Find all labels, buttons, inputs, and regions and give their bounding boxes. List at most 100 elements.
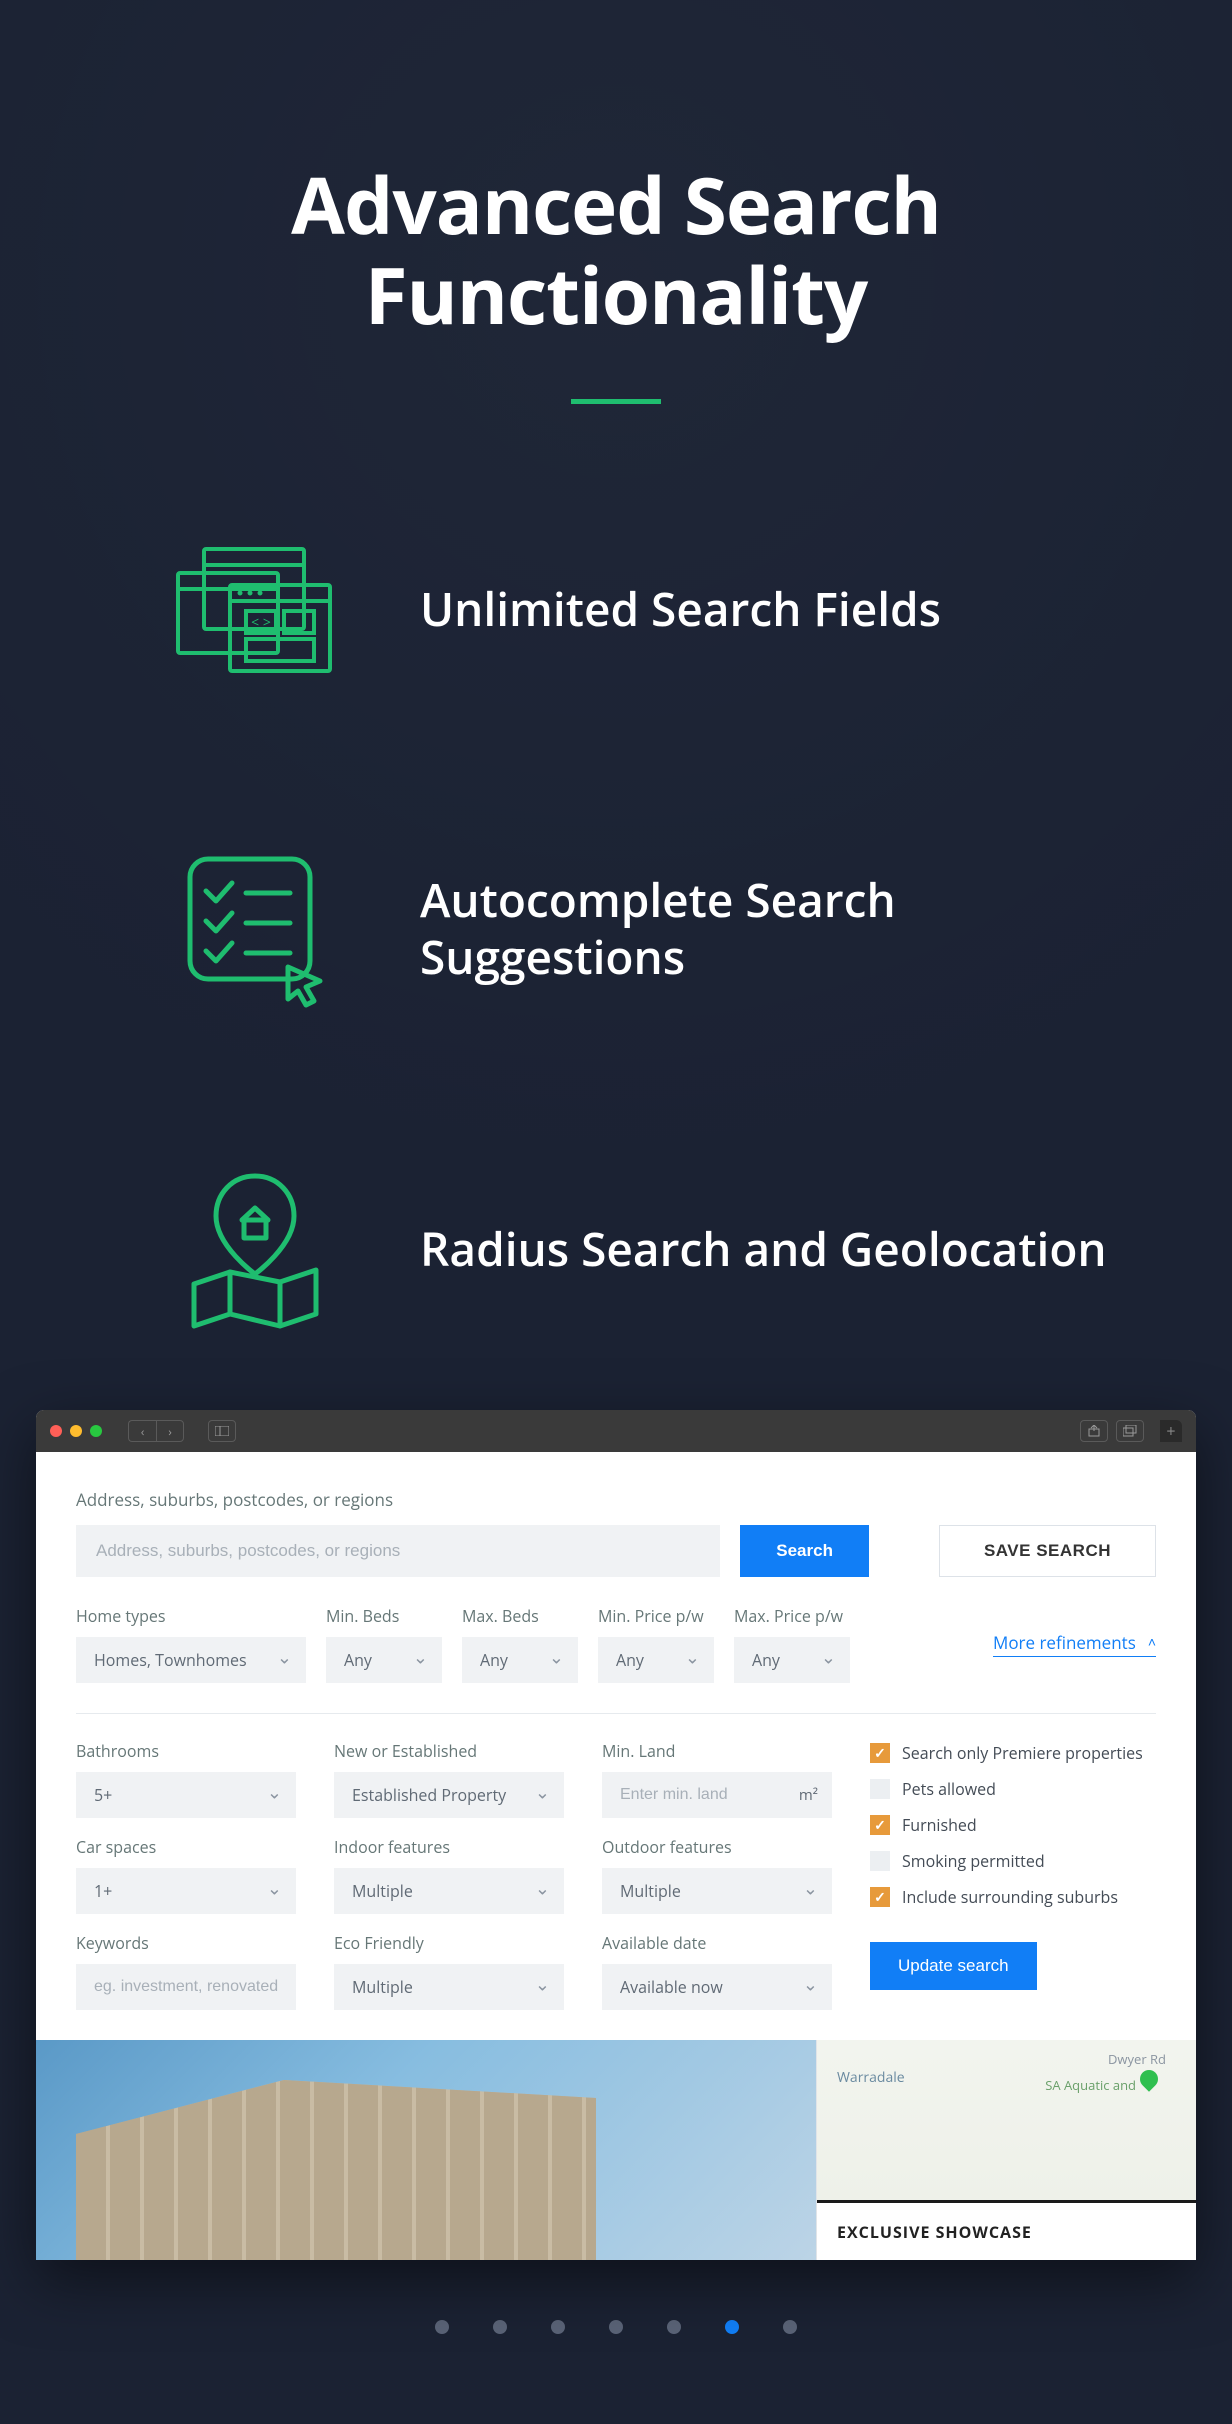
below-panel: Warradale Dwyer Rd SA Aquatic and EXCLUS… (36, 2040, 1196, 2260)
checkbox-1[interactable]: Pets allowed (870, 1778, 1156, 1800)
checkbox-box-icon (870, 1779, 890, 1799)
title-line-2: Functionality (365, 241, 868, 347)
search-panel: Address, suburbs, postcodes, or regions … (36, 1452, 1196, 2040)
chevron-up-icon: ˄ (1148, 1633, 1156, 1652)
update-search-button[interactable]: Update search (870, 1942, 1037, 1990)
address-input[interactable] (76, 1525, 720, 1577)
checkbox-label: Include surrounding suburbs (902, 1886, 1118, 1908)
features-list: < > Unlimited Search Fields (0, 524, 1232, 1334)
map-preview[interactable]: Warradale Dwyer Rd SA Aquatic and (817, 2040, 1196, 2200)
checkbox-group: Search only Premiere properties Pets allo… (870, 1740, 1156, 1908)
pager-dot-0[interactable] (435, 2320, 449, 2334)
feature-label: Radius Search and Geolocation (420, 1221, 1107, 1279)
refinements-grid: Bathrooms 5+ Car spaces 1+ Keywords New … (76, 1740, 1156, 2010)
browser-windows-icon: < > (170, 524, 340, 694)
car-spaces-value: 1+ (94, 1880, 112, 1902)
bathrooms-value: 5+ (94, 1784, 112, 1806)
available-date-label: Available date (602, 1932, 832, 1954)
new-tab-button[interactable]: + (1160, 1420, 1182, 1442)
window-close-icon[interactable] (50, 1425, 62, 1437)
address-label: Address, suburbs, postcodes, or regions (76, 1488, 1156, 1511)
sidebar-toggle-icon[interactable] (208, 1420, 236, 1442)
new-established-value: Established Property (352, 1784, 506, 1806)
available-date-value: Available now (620, 1976, 723, 1998)
max-price-value: Any (752, 1649, 780, 1671)
feature-label: Unlimited Search Fields (420, 581, 941, 639)
share-icon[interactable] (1080, 1420, 1108, 1442)
checklist-cursor-icon (170, 844, 340, 1014)
map-label-poi: SA Aquatic and (1045, 2076, 1136, 2094)
min-land-input[interactable] (602, 1772, 832, 1818)
map-label-warradale: Warradale (837, 2068, 905, 2087)
pager-dot-3[interactable] (609, 2320, 623, 2334)
search-top-row: Search SAVE SEARCH (76, 1525, 1156, 1577)
nav-back-button[interactable]: ‹ (128, 1420, 156, 1442)
min-land-unit: m² (799, 1785, 818, 1805)
feature-radius-geolocation: Radius Search and Geolocation (170, 1164, 1232, 1334)
outdoor-features-value: Multiple (620, 1880, 681, 1902)
car-spaces-label: Car spaces (76, 1836, 296, 1858)
map-pin-icon (1136, 2066, 1161, 2091)
indoor-features-label: Indoor features (334, 1836, 564, 1858)
car-spaces-select[interactable]: 1+ (76, 1868, 296, 1914)
eco-friendly-label: Eco Friendly (334, 1932, 564, 1954)
max-beds-select[interactable]: Any (462, 1637, 578, 1683)
min-price-select[interactable]: Any (598, 1637, 714, 1683)
more-refinements-label: More refinements (993, 1631, 1136, 1654)
search-button[interactable]: Search (740, 1525, 869, 1577)
min-beds-label: Min. Beds (326, 1605, 442, 1627)
checkbox-label: Furnished (902, 1814, 977, 1836)
pager-dot-2[interactable] (551, 2320, 565, 2334)
outdoor-features-select[interactable]: Multiple (602, 1868, 832, 1914)
max-price-select[interactable]: Any (734, 1637, 850, 1683)
home-types-select[interactable]: Homes, Townhomes (76, 1637, 306, 1683)
save-search-button[interactable]: SAVE SEARCH (939, 1525, 1156, 1577)
pager-dot-5[interactable] (725, 2320, 739, 2334)
home-types-label: Home types (76, 1605, 306, 1627)
max-beds-label: Max. Beds (462, 1605, 578, 1627)
more-refinements-link[interactable]: More refinements ˄ (993, 1631, 1156, 1657)
home-types-value: Homes, Townhomes (94, 1649, 247, 1671)
checkbox-3[interactable]: Smoking permitted (870, 1850, 1156, 1872)
browser-window: ‹ › + Address, suburbs, postcodes, or re… (36, 1410, 1196, 2260)
keywords-input[interactable] (76, 1964, 296, 2010)
eco-friendly-value: Multiple (352, 1976, 413, 1998)
indoor-features-select[interactable]: Multiple (334, 1868, 564, 1914)
hero-section: Advanced Search Functionality (0, 0, 1232, 1410)
bathrooms-label: Bathrooms (76, 1740, 296, 1762)
checkbox-0[interactable]: Search only Premiere properties (870, 1742, 1156, 1764)
available-date-select[interactable]: Available now (602, 1964, 832, 2010)
max-price-label: Max. Price p/w (734, 1605, 850, 1627)
pager-dot-4[interactable] (667, 2320, 681, 2334)
min-price-label: Min. Price p/w (598, 1605, 714, 1627)
sidebar-right: Warradale Dwyer Rd SA Aquatic and EXCLUS… (816, 2040, 1196, 2260)
checkbox-label: Pets allowed (902, 1778, 996, 1800)
outdoor-features-label: Outdoor features (602, 1836, 832, 1858)
checkbox-box-icon (870, 1887, 890, 1907)
checkbox-box-icon (870, 1743, 890, 1763)
pager-dot-6[interactable] (783, 2320, 797, 2334)
max-beds-value: Any (480, 1649, 508, 1671)
tabs-icon[interactable] (1116, 1420, 1144, 1442)
checkbox-box-icon (870, 1851, 890, 1871)
min-beds-select[interactable]: Any (326, 1637, 442, 1683)
title-divider (571, 399, 661, 404)
window-maximize-icon[interactable] (90, 1425, 102, 1437)
window-minimize-icon[interactable] (70, 1425, 82, 1437)
new-established-select[interactable]: Established Property (334, 1772, 564, 1818)
bathrooms-select[interactable]: 5+ (76, 1772, 296, 1818)
eco-friendly-select[interactable]: Multiple (334, 1964, 564, 2010)
browser-title-bar: ‹ › + (36, 1410, 1196, 1452)
checkbox-4[interactable]: Include surrounding suburbs (870, 1886, 1156, 1908)
nav-forward-button[interactable]: › (156, 1420, 184, 1442)
min-land-label: Min. Land (602, 1740, 832, 1762)
page-title: Advanced Search Functionality (0, 160, 1232, 339)
carousel-pagination (0, 2260, 1232, 2424)
min-beds-value: Any (344, 1649, 372, 1671)
checkbox-2[interactable]: Furnished (870, 1814, 1156, 1836)
new-established-label: New or Established (334, 1740, 564, 1762)
map-label-dwyer: Dwyer Rd (1108, 2050, 1166, 2068)
divider (76, 1713, 1156, 1714)
filters-row-1: Home types Homes, Townhomes Min. Beds An… (76, 1605, 1156, 1683)
pager-dot-1[interactable] (493, 2320, 507, 2334)
